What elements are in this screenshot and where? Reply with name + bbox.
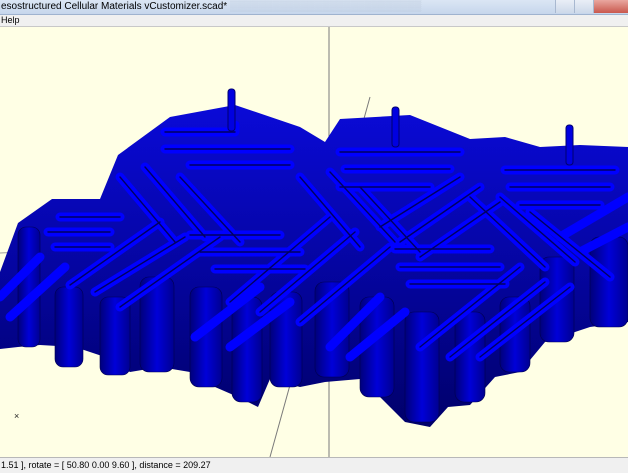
window-titlebar[interactable]: esostructured Cellular Materials vCustom… — [0, 0, 628, 15]
close-button[interactable] — [593, 0, 628, 13]
3d-viewport[interactable]: × — [0, 27, 628, 457]
window-title: esostructured Cellular Materials vCustom… — [1, 1, 228, 12]
menu-help[interactable]: Help — [0, 15, 21, 26]
axis-origin-marker: × — [14, 411, 20, 421]
minimize-button[interactable] — [555, 0, 574, 13]
statusbar: 1.51 ], rotate = [ 50.80 0.00 9.60 ], di… — [0, 457, 628, 473]
menubar: Help — [0, 15, 628, 27]
background-tab-faint: ▒▒▒▒▒▒▒▒▒▒▒▒▒▒▒▒▒▒▒▒▒▒▒▒▒▒▒ — [230, 1, 422, 12]
model-render — [0, 27, 628, 457]
viewport-status-text: 1.51 ], rotate = [ 50.80 0.00 9.60 ], di… — [1, 460, 211, 470]
maximize-button[interactable] — [574, 0, 593, 13]
